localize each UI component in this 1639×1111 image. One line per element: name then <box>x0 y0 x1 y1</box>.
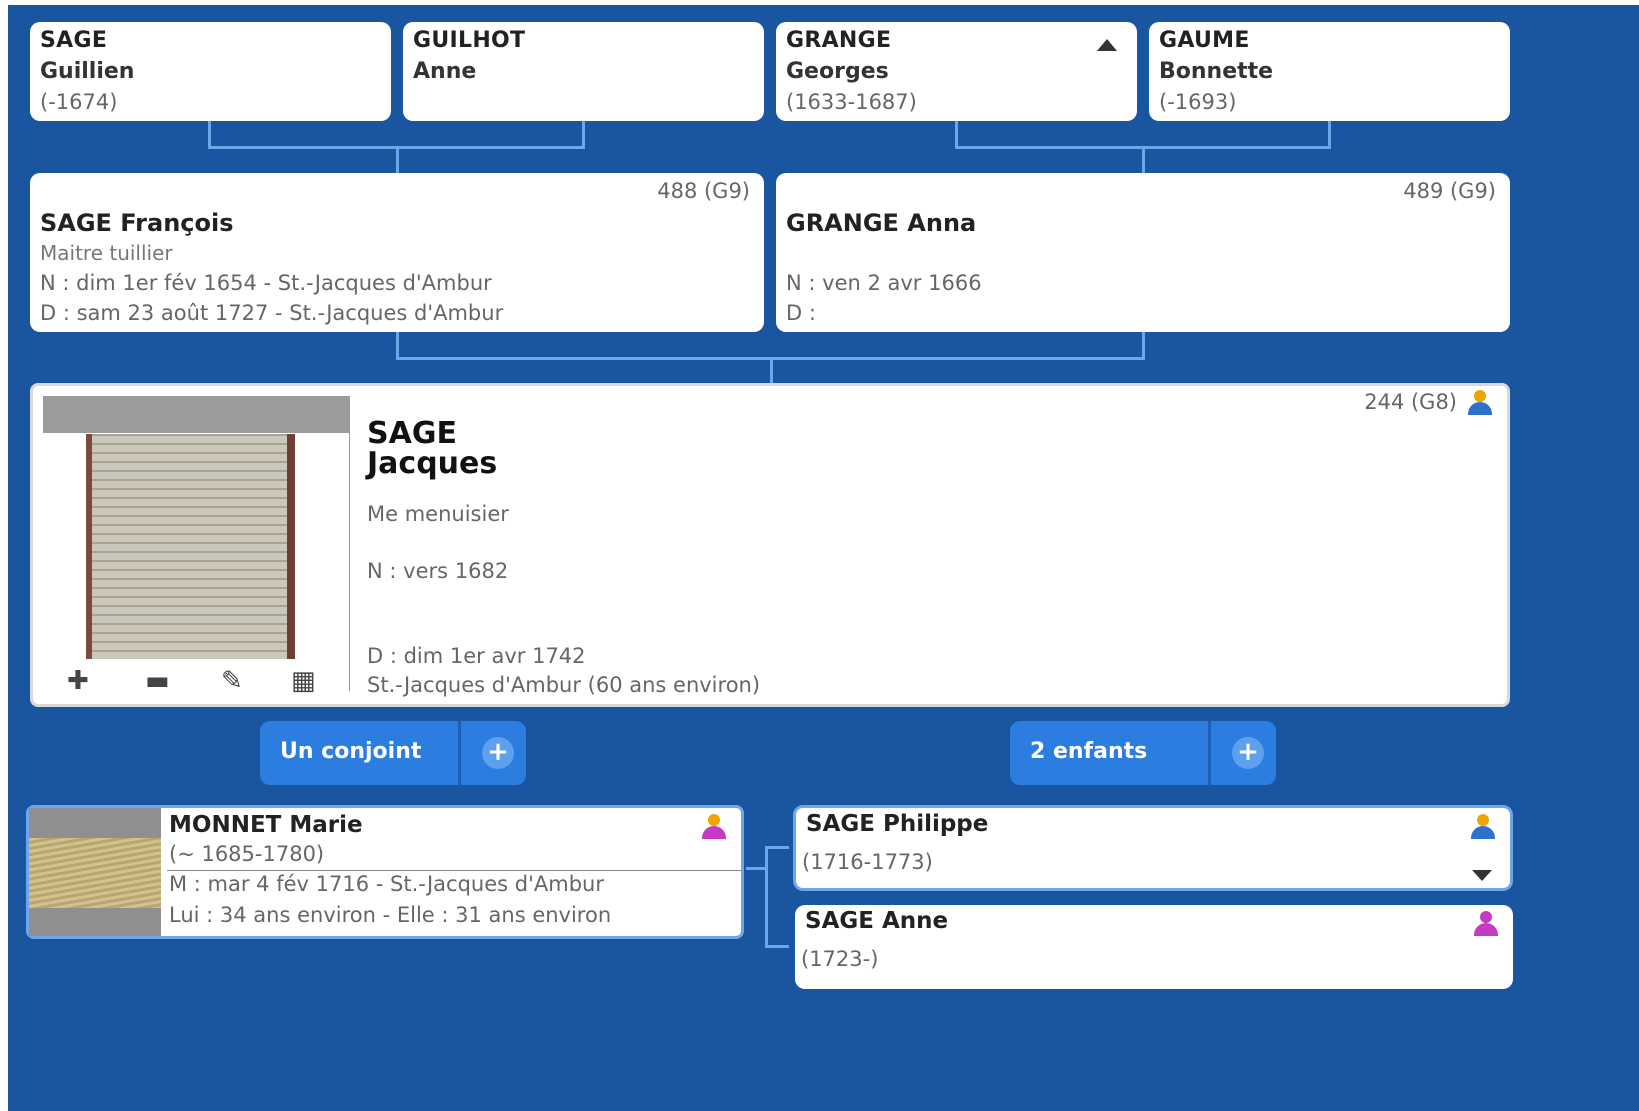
female-person-icon <box>1473 911 1499 937</box>
plus-icon[interactable]: ✚ <box>67 668 89 694</box>
thumbnail-footer <box>29 908 161 936</box>
main-person-card: ✚ ▬ ✎ ▦ 244 (G8) SAGE Jacques Me menuisi… <box>30 383 1510 707</box>
pencil-icon[interactable]: ✎ <box>221 668 243 694</box>
grandparent-first-name: Anne <box>413 59 477 84</box>
sosa-number: 488 (G9) <box>657 179 750 203</box>
connector-line <box>1142 146 1145 173</box>
male-person-icon <box>1470 814 1496 840</box>
grandparent-first-name: Bonnette <box>1159 59 1274 84</box>
connector-line <box>765 846 768 948</box>
spouse-card[interactable]: MONNET Marie (~ 1685-1780) M : mar 4 fév… <box>26 805 744 939</box>
grandparent-first-name: Guillien <box>40 59 135 84</box>
main-death: D : dim 1er avr 1742 <box>367 644 586 668</box>
grandparent-dates: (-1674) <box>40 90 118 114</box>
divider <box>167 870 741 871</box>
grandparent-card-sage-guillien[interactable]: SAGE Guillien (-1674) <box>30 22 391 121</box>
male-person-icon <box>1467 390 1493 416</box>
document-image[interactable] <box>86 434 295 659</box>
child-name: SAGE Anne <box>805 908 949 934</box>
parent-death: D : <box>786 301 816 325</box>
grandparent-dates: (-1693) <box>1159 90 1237 114</box>
spouse-document-thumbnail[interactable] <box>29 838 161 908</box>
marriage-info: M : mar 4 fév 1716 - St.-Jacques d'Ambur <box>169 872 604 896</box>
connector-line <box>1328 121 1331 149</box>
child-name: SAGE Philippe <box>806 811 989 837</box>
child-dates: (1716-1773) <box>802 850 933 874</box>
child-card[interactable]: SAGE Anne (1723-) <box>795 905 1513 989</box>
parent-occupation: Maitre tuillier <box>40 241 173 265</box>
main-first-name: Jacques <box>367 446 498 481</box>
main-birth: N : vers 1682 <box>367 559 509 583</box>
sosa-number: 244 (G8) <box>1364 390 1457 414</box>
add-spouse-icon[interactable]: + <box>482 737 514 769</box>
grandparent-card-guilhot-anne[interactable]: GUILHOT Anne <box>403 22 764 121</box>
button-separator <box>1208 721 1211 785</box>
grandparent-last-name: GUILHOT <box>413 28 526 53</box>
parent-name: GRANGE Anna <box>786 209 977 237</box>
connector-line <box>396 332 399 360</box>
main-occupation: Me menuisier <box>367 502 509 526</box>
marriage-ages: Lui : 34 ans environ - Elle : 31 ans env… <box>169 903 612 927</box>
parent-death: D : sam 23 août 1727 - St.-Jacques d'Amb… <box>40 301 504 325</box>
parent-card-mother[interactable]: 489 (G9) GRANGE Anna N : ven 2 avr 1666 … <box>776 173 1510 332</box>
grandparent-last-name: GAUME <box>1159 28 1250 53</box>
thumbnail-header <box>29 808 161 838</box>
child-card[interactable]: SAGE Philippe (1716-1773) <box>793 805 1513 891</box>
sosa-number: 489 (G9) <box>1403 179 1496 203</box>
grandparent-first-name: Georges <box>786 59 889 84</box>
parent-birth: N : ven 2 avr 1666 <box>786 271 982 295</box>
spouse-button-label: Un conjoint <box>280 739 422 764</box>
parent-birth: N : dim 1er fév 1654 - St.-Jacques d'Amb… <box>40 271 492 295</box>
film-icon[interactable]: ▦ <box>291 668 316 694</box>
spouse-dates: (~ 1685-1780) <box>169 842 325 866</box>
parent-name: SAGE François <box>40 209 234 237</box>
grandparent-card-gaume-bonnette[interactable]: GAUME Bonnette (-1693) <box>1149 22 1510 121</box>
connector-line <box>955 121 958 149</box>
grandparent-last-name: GRANGE <box>786 28 892 53</box>
photo-panel: ✚ ▬ ✎ ▦ <box>43 396 350 694</box>
connector-line <box>765 945 789 948</box>
spouse-name: MONNET Marie <box>169 812 363 838</box>
grandparent-dates: (1633-1687) <box>786 90 917 114</box>
connector-line <box>770 357 773 383</box>
grandparent-card-grange-georges[interactable]: GRANGE Georges (1633-1687) <box>776 22 1137 121</box>
caret-up-icon[interactable] <box>1097 39 1117 51</box>
connector-line <box>208 121 211 149</box>
grandparent-last-name: SAGE <box>40 28 108 53</box>
connector-line <box>582 121 585 149</box>
spouse-button[interactable]: Un conjoint + <box>260 721 526 785</box>
connector-line <box>765 846 789 849</box>
caret-down-icon[interactable] <box>1472 870 1492 881</box>
minus-icon[interactable]: ▬ <box>145 668 170 694</box>
connector-line <box>396 146 399 173</box>
children-button[interactable]: 2 enfants + <box>1010 721 1276 785</box>
family-tree-view: SAGE Guillien (-1674) GUILHOT Anne GRANG… <box>8 5 1639 1111</box>
child-dates: (1723-) <box>801 947 879 971</box>
main-death-place: St.-Jacques d'Ambur (60 ans environ) <box>367 673 761 697</box>
connector-line <box>1142 332 1145 360</box>
button-separator <box>458 721 461 785</box>
parent-card-father[interactable]: 488 (G9) SAGE François Maitre tuillier N… <box>30 173 764 332</box>
female-person-icon <box>701 814 727 840</box>
children-button-label: 2 enfants <box>1030 739 1148 764</box>
add-child-icon[interactable]: + <box>1232 737 1264 769</box>
photo-header <box>43 396 349 433</box>
